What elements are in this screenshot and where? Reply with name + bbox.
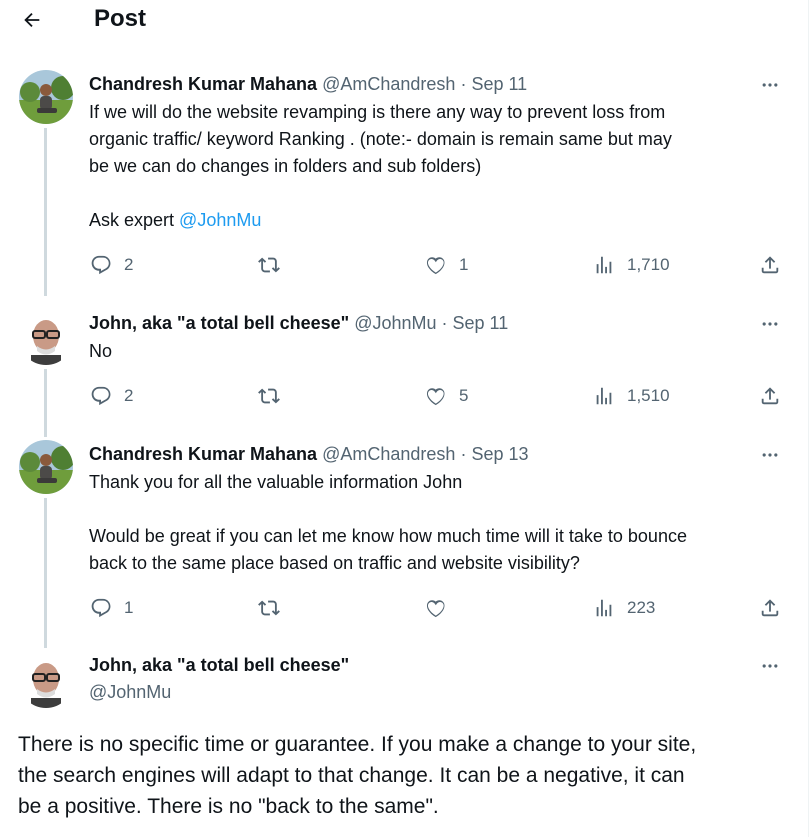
user-handle[interactable]: @AmChandresh [322, 444, 455, 464]
display-name-row: John, aka "a total bell cheese" [89, 653, 349, 677]
tweet-text: No [89, 338, 789, 365]
views-icon [596, 387, 612, 405]
retweet-icon [258, 257, 280, 273]
like-icon [426, 257, 445, 275]
action-bar: 1 223 [0, 595, 808, 621]
avatar[interactable] [19, 654, 73, 708]
display-name[interactable]: Chandresh Kumar Mahana [89, 74, 317, 94]
tweet-meta: Chandresh Kumar Mahana @AmChandresh · Se… [89, 72, 527, 96]
tweet-text: Thank you for all the valuable informati… [89, 469, 789, 577]
display-name[interactable]: John, aka "a total bell cheese" [89, 313, 349, 333]
text-line: If we will do the website revamping is t… [89, 102, 666, 122]
reply-button[interactable]: 1 [90, 595, 133, 621]
view-count: 1,710 [627, 255, 670, 274]
more-button[interactable] [758, 656, 782, 676]
view-count: 223 [627, 598, 656, 617]
thread-line [44, 498, 47, 648]
text-line: organic traffic/ keyword Ranking . (note… [89, 129, 672, 149]
more-icon [762, 453, 778, 457]
separator: · [460, 444, 467, 464]
user-handle[interactable]: @AmChandresh [322, 74, 455, 94]
views-icon [596, 256, 612, 274]
avatar[interactable] [19, 70, 73, 124]
user-handle[interactable]: @JohnMu [89, 682, 171, 702]
display-name[interactable]: Chandresh Kumar Mahana [89, 444, 317, 464]
tweet-date[interactable]: Sep 11 [453, 313, 509, 333]
tweet-meta: Chandresh Kumar Mahana @AmChandresh · Se… [89, 442, 529, 466]
reply-count: 2 [124, 255, 134, 274]
retweet-icon [258, 388, 280, 404]
share-icon [761, 256, 779, 274]
more-button[interactable] [758, 75, 782, 95]
like-icon [426, 388, 445, 406]
like-button[interactable] [425, 595, 447, 621]
retweet-button[interactable] [258, 383, 280, 409]
back-arrow-icon [24, 12, 40, 28]
avatar[interactable] [19, 440, 73, 494]
tweet-text: If we will do the website revamping is t… [89, 99, 789, 234]
page-title: Post [94, 5, 147, 32]
share-button[interactable] [759, 252, 781, 278]
reply-button[interactable]: 2 [90, 252, 133, 278]
more-icon [762, 664, 778, 668]
action-bar: 2 5 1,510 [0, 383, 808, 409]
reply-count: 2 [124, 386, 134, 405]
retweet-button[interactable] [258, 252, 280, 278]
share-icon [761, 387, 779, 405]
view-count: 1,510 [627, 386, 670, 405]
user-handle[interactable]: @JohnMu [354, 313, 436, 333]
share-icon [761, 599, 779, 617]
text-line: Thank you for all the valuable informati… [89, 472, 463, 492]
share-button[interactable] [759, 383, 781, 409]
reply-count: 1 [124, 598, 134, 617]
retweet-icon [258, 600, 280, 616]
like-icon [426, 600, 445, 618]
ask-prefix: Ask expert [89, 210, 180, 230]
reply-icon [91, 598, 111, 618]
reply-icon [91, 255, 111, 275]
text-line: Would be great if you can let me know ho… [89, 526, 687, 546]
back-button[interactable] [18, 6, 46, 34]
retweet-button[interactable] [258, 595, 280, 621]
more-button[interactable] [758, 445, 782, 465]
like-count: 1 [459, 255, 469, 274]
text-line: the search engines will adapt to that ch… [18, 764, 685, 787]
handle-row: @JohnMu [89, 680, 171, 704]
mention-link[interactable]: @JohnMu [179, 210, 261, 230]
tweet-date[interactable]: Sep 11 [471, 74, 527, 94]
like-count: 5 [459, 386, 469, 405]
text-line: There is no specific time or guarantee. … [18, 733, 697, 756]
like-button[interactable]: 5 [425, 383, 468, 409]
views-button[interactable]: 1,710 [593, 252, 670, 278]
separator: · [460, 74, 467, 94]
views-button[interactable]: 223 [593, 595, 655, 621]
text-line: be we can do changes in folders and sub … [89, 156, 482, 176]
views-icon [596, 599, 612, 617]
like-button[interactable]: 1 [425, 252, 468, 278]
separator: · [441, 313, 448, 333]
display-name[interactable]: John, aka "a total bell cheese" [89, 655, 349, 675]
text-line: No [89, 341, 113, 361]
reply-button[interactable]: 2 [90, 383, 133, 409]
text-line: back to the same place based on traffic … [89, 553, 580, 573]
tweet-meta: John, aka "a total bell cheese" @JohnMu … [89, 311, 508, 335]
ask-line: Ask expert @JohnMu [89, 207, 789, 234]
avatar[interactable] [19, 311, 73, 365]
page-header: Post [0, 0, 808, 40]
more-icon [762, 322, 778, 326]
tweet-date[interactable]: Sep 13 [471, 444, 528, 464]
views-button[interactable]: 1,510 [593, 383, 670, 409]
action-bar: 2 1 1,710 [0, 252, 808, 278]
main-tweet-text: There is no specific time or guarantee. … [18, 729, 798, 822]
reply-icon [91, 386, 111, 406]
more-button[interactable] [758, 314, 782, 334]
text-line: be a positive. There is no "back to the … [18, 795, 439, 818]
share-button[interactable] [759, 595, 781, 621]
more-icon [762, 83, 778, 87]
